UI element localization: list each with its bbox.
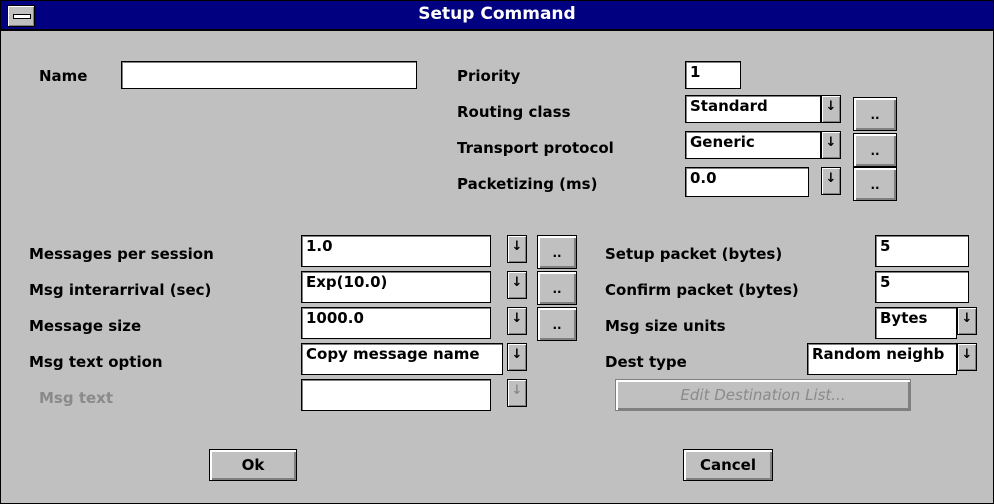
routing-class-label: Routing class <box>457 103 571 121</box>
confirm-packet-input[interactable]: 5 <box>875 271 969 303</box>
messages-per-session-select[interactable]: 1.0 <box>301 235 491 267</box>
packetizing-select[interactable]: 0.0 <box>685 167 809 197</box>
packetizing-label: Packetizing (ms) <box>457 175 598 193</box>
msg-interarrival-select[interactable]: Exp(10.0) <box>301 271 491 303</box>
messages-per-session-more-button[interactable]: .. <box>537 235 577 269</box>
msg-text-option-label: Msg text option <box>29 353 163 371</box>
chevron-down-icon[interactable]: ↓ <box>821 95 841 123</box>
msg-interarrival-more-button[interactable]: .. <box>537 271 577 305</box>
messages-per-session-label: Messages per session <box>29 245 214 263</box>
transport-protocol-more-button[interactable]: .. <box>853 133 897 167</box>
msg-text-option-select[interactable]: Copy message name <box>301 343 503 375</box>
setup-command-dialog: Setup Command Name Priority 1 Routing cl… <box>0 0 994 504</box>
msg-text-label: Msg text <box>39 389 114 407</box>
routing-class-more-button[interactable]: .. <box>853 97 897 131</box>
msg-text-input <box>301 379 491 411</box>
chevron-down-icon[interactable]: ↓ <box>507 307 527 335</box>
chevron-down-icon[interactable]: ↓ <box>507 343 527 371</box>
chevron-down-icon[interactable]: ↓ <box>821 167 841 195</box>
dialog-title: Setup Command <box>418 4 576 24</box>
msg-size-units-select[interactable]: Bytes <box>875 307 957 339</box>
packetizing-more-button[interactable]: .. <box>853 167 897 201</box>
routing-class-select[interactable]: Standard <box>685 95 821 123</box>
ok-button[interactable]: Ok <box>209 449 297 481</box>
chevron-down-icon[interactable]: ↓ <box>507 271 527 299</box>
priority-label: Priority <box>457 67 521 85</box>
dest-type-select[interactable]: Random neighb <box>807 343 957 375</box>
message-size-label: Message size <box>29 317 142 335</box>
priority-input[interactable]: 1 <box>685 61 741 89</box>
confirm-packet-label: Confirm packet (bytes) <box>605 281 799 299</box>
chevron-down-icon[interactable]: ↓ <box>507 235 527 263</box>
message-size-select[interactable]: 1000.0 <box>301 307 491 339</box>
chevron-down-icon[interactable]: ↓ <box>821 131 841 159</box>
chevron-down-icon[interactable]: ↓ <box>957 343 977 371</box>
chevron-down-icon[interactable]: ↓ <box>957 307 977 335</box>
msg-size-units-label: Msg size units <box>605 317 726 335</box>
title-bar: Setup Command <box>1 1 993 31</box>
message-size-more-button[interactable]: .. <box>537 307 577 341</box>
setup-packet-label: Setup packet (bytes) <box>605 245 783 263</box>
cancel-button[interactable]: Cancel <box>683 449 773 481</box>
name-input[interactable] <box>121 61 417 89</box>
edit-destination-list-button: Edit Destination List... <box>615 379 911 411</box>
name-label: Name <box>39 67 88 85</box>
transport-protocol-select[interactable]: Generic <box>685 131 821 159</box>
setup-packet-input[interactable]: 5 <box>875 235 969 267</box>
transport-protocol-label: Transport protocol <box>457 139 614 157</box>
msg-interarrival-label: Msg interarrival (sec) <box>29 281 212 299</box>
dest-type-label: Dest type <box>605 353 687 371</box>
chevron-down-icon: ↓ <box>507 379 527 407</box>
